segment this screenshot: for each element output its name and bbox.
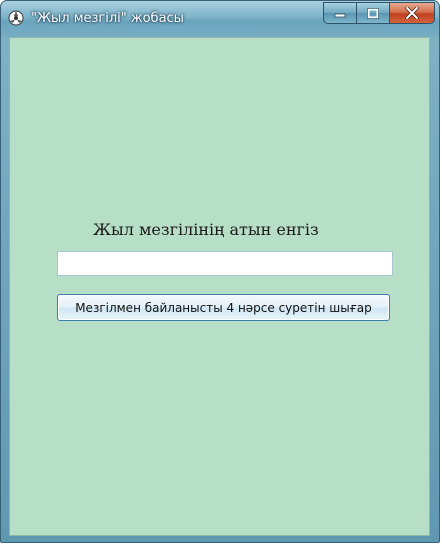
close-icon [405,7,419,19]
minimize-button[interactable] [323,2,356,24]
app-icon [8,10,24,26]
season-prompt-label: Жыл мезгілінің атын енгіз [93,220,319,239]
title-bar[interactable]: "Жыл мезгілі" жобасы [1,1,439,37]
maximize-icon [367,7,379,19]
close-button[interactable] [389,2,435,24]
form-client-area: Жыл мезгілінің атын енгіз Мезгілмен байл… [9,37,430,536]
window-title: "Жыл мезгілі" жобасы [31,11,184,26]
app-window: "Жыл мезгілі" жобасы Жыл мезгілінің атын… [0,0,440,543]
minimize-icon [334,13,346,18]
show-pictures-button[interactable]: Мезгілмен байланысты 4 нәрсе суретін шығ… [57,294,390,321]
season-name-input[interactable] [57,251,393,276]
window-controls [323,2,435,24]
maximize-button[interactable] [356,2,389,24]
